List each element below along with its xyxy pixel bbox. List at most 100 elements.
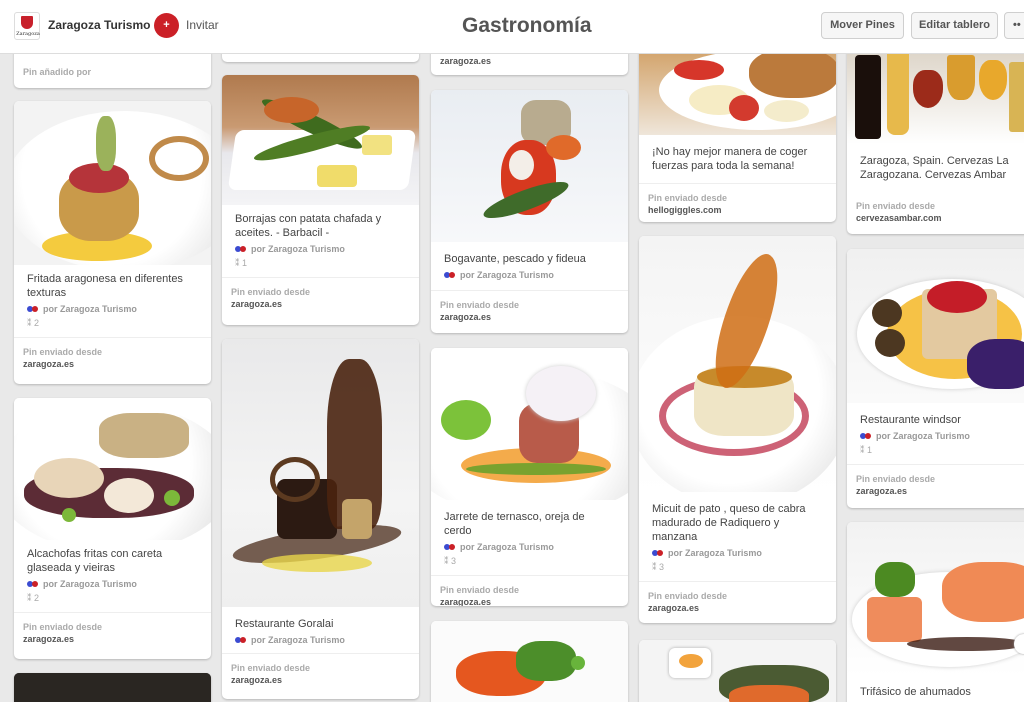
pin-source-domain: zaragoza.es — [440, 312, 492, 322]
pin-description: Zaragoza, Spain. Cervezas La Zaragozana.… — [860, 155, 1009, 181]
pin-source-label: Pin enviado desde — [856, 201, 936, 211]
pin-source-label: Pin enviado desde — [440, 300, 520, 310]
pin-card[interactable]: Restaurante Goralai por Zaragoza Turismo… — [222, 339, 419, 699]
pin-source-label: Pin enviado desde — [856, 474, 936, 484]
pin-pinned-by[interactable]: por Zaragoza Turismo — [14, 300, 211, 314]
pin-card[interactable]: Alcachofas fritas con careta glaseada y … — [14, 398, 211, 659]
repin-count: ⁑ 2 — [27, 318, 40, 328]
repin-count: ⁑ 2 — [27, 593, 40, 603]
pin-image-pancakes[interactable] — [639, 40, 836, 135]
pin-source-label: Pin enviado desde — [440, 585, 520, 595]
pin-image[interactable] — [639, 640, 836, 702]
pin-source-domain: zaragoza.es — [231, 299, 283, 309]
pin-image-jarrete[interactable] — [431, 348, 628, 500]
repin-count: ⁑ 1 — [860, 445, 873, 455]
pin-card[interactable]: ¡No hay mejor manera de coger fuerzas pa… — [639, 40, 836, 222]
pin-image-micuit[interactable] — [639, 236, 836, 492]
pin-card[interactable]: Restaurante windsor por Zaragoza Turismo… — [847, 249, 1024, 508]
pin-source-domain: zaragoza.es — [856, 486, 908, 496]
repin-count: ⁑ 1 — [235, 258, 248, 268]
pin-image-fritada[interactable] — [14, 101, 211, 265]
pin-pinned-by[interactable]: por Zaragoza Turismo — [222, 631, 419, 653]
pin-image-windsor[interactable] — [847, 249, 1024, 403]
pin-image-bogavante[interactable] — [431, 90, 628, 242]
repin-count: ⁑ 3 — [652, 562, 665, 572]
pin-source-label: Pin enviado desde — [23, 622, 103, 632]
pin-card[interactable]: Micuit de pato , queso de cabra madurado… — [639, 236, 836, 623]
repin-count: ⁑ 3 — [444, 556, 457, 566]
pin-image[interactable] — [14, 673, 211, 702]
pin-source[interactable]: Pin enviado desde zaragoza.es — [14, 337, 211, 378]
pin-source[interactable]: Pin enviado desde zaragoza.es — [431, 575, 628, 606]
pinner-avatar-icon — [235, 637, 246, 643]
pin-source-label: Pin enviado desde — [231, 287, 311, 297]
pin-description: Bogavante, pescado y fideua — [444, 253, 586, 265]
pin-source-label: Pin enviado desde — [231, 663, 311, 673]
pin-source[interactable]: Pin enviado desde zaragoza.es — [431, 290, 628, 331]
pin-pinned-by[interactable]: por Zaragoza Turismo — [431, 538, 628, 552]
pin-card[interactable] — [639, 640, 836, 702]
pin-source[interactable]: Pin enviado desde zaragoza.es — [14, 612, 211, 653]
pinner-avatar-icon — [444, 544, 455, 550]
pin-source-label: Pin enviado desde — [648, 193, 728, 203]
pin-description: Borrajas con patata chafada y aceites. -… — [235, 213, 382, 239]
pin-image-borrajas[interactable] — [222, 75, 419, 205]
pin-image[interactable] — [431, 621, 628, 702]
pin-card[interactable] — [14, 673, 211, 702]
pinner-avatar-icon — [27, 306, 38, 312]
pin-source[interactable]: Pin enviado desde zaragoza.es — [847, 464, 1024, 505]
pin-description: Fritada aragonesa en diferentes texturas — [27, 273, 183, 299]
board-header: Zaragoza Zaragoza Turismo + Invitar Gast… — [0, 0, 1024, 54]
pinner-avatar-icon — [652, 550, 663, 556]
pin-card[interactable] — [431, 621, 628, 702]
pin-source-domain: zaragoza.es — [231, 675, 283, 685]
pin-description: Micuit de pato , queso de cabra madurado… — [652, 503, 806, 543]
pin-card[interactable]: Trifásico de ahumados — [847, 522, 1024, 702]
pin-source-domain: cervezasambar.com — [856, 213, 942, 223]
pinner-avatar-icon — [444, 272, 455, 278]
pinner-avatar-icon — [27, 581, 38, 587]
pin-image-alcachofas[interactable] — [14, 398, 211, 540]
pin-pinned-by[interactable]: por Zaragoza Turismo — [639, 544, 836, 558]
pin-source-label: Pin enviado desde — [23, 347, 103, 357]
pin-description: Alcachofas fritas con careta glaseada y … — [27, 548, 163, 574]
pin-card[interactable]: Fritada aragonesa en diferentes texturas… — [14, 101, 211, 384]
edit-board-button[interactable]: Editar tablero — [911, 12, 998, 39]
pin-source-domain: zaragoza.es — [648, 603, 700, 613]
pin-pinned-by[interactable]: por Zaragoza Turismo — [431, 266, 628, 290]
pin-image-trifasico[interactable] — [847, 522, 1024, 677]
pin-source-domain: hellogiggles.com — [648, 205, 722, 215]
pin-source-domain: zaragoza.es — [23, 634, 75, 644]
pin-description: Jarrete de ternasco, oreja de cerdo — [444, 511, 585, 537]
pin-source[interactable]: Pin enviado desde zaragoza.es — [639, 581, 836, 622]
pin-source-domain: zaragoza.es — [440, 597, 492, 606]
pin-image-goralai[interactable] — [222, 339, 419, 607]
pin-pinned-by[interactable]: por Zaragoza Turismo — [847, 427, 1024, 441]
pin-source[interactable]: Pin enviado desde zaragoza.es — [222, 277, 419, 318]
pin-description: Restaurante windsor — [860, 414, 961, 426]
pin-source[interactable]: Pin enviado desde cervezasambar.com — [847, 192, 1024, 232]
pin-card[interactable]: Borrajas con patata chafada y aceites. -… — [222, 75, 419, 325]
pin-card[interactable]: Jarrete de ternasco, oreja de cerdo por … — [431, 348, 628, 606]
owner-name-link[interactable]: Zaragoza Turismo — [48, 18, 150, 32]
pin-card[interactable]: Zaragoza, Spain. Cervezas La Zaragozana.… — [847, 40, 1024, 234]
pin-source-label: Pin añadido por — [23, 67, 92, 77]
more-options-button[interactable]: •• — [1004, 12, 1024, 39]
owner-avatar[interactable]: Zaragoza — [14, 12, 40, 40]
pin-pinned-by[interactable]: por Zaragoza Turismo — [222, 240, 419, 254]
logo-caption: Zaragoza — [16, 31, 40, 37]
pinner-avatar-icon — [860, 433, 871, 439]
pin-description: Restaurante Goralai — [235, 618, 334, 630]
pin-image-cervezas[interactable] — [847, 40, 1024, 144]
move-pins-button[interactable]: Mover Pines — [821, 12, 904, 39]
pin-card[interactable]: Bogavante, pescado y fideua por Zaragoza… — [431, 90, 628, 333]
pin-pinned-by[interactable]: por Zaragoza Turismo — [14, 575, 211, 589]
invite-icon[interactable]: + — [154, 13, 179, 38]
pin-source-domain: zaragoza.es — [440, 56, 492, 66]
pin-source[interactable]: Pin enviado desde zaragoza.es — [222, 653, 419, 694]
invite-link[interactable]: Invitar — [186, 18, 219, 32]
pinner-avatar-icon — [235, 246, 246, 252]
pin-description: ¡No hay mejor manera de coger fuerzas pa… — [652, 146, 808, 172]
pin-source[interactable]: Pin enviado desde hellogiggles.com — [639, 183, 836, 222]
zaragoza-shield-icon — [21, 16, 33, 29]
